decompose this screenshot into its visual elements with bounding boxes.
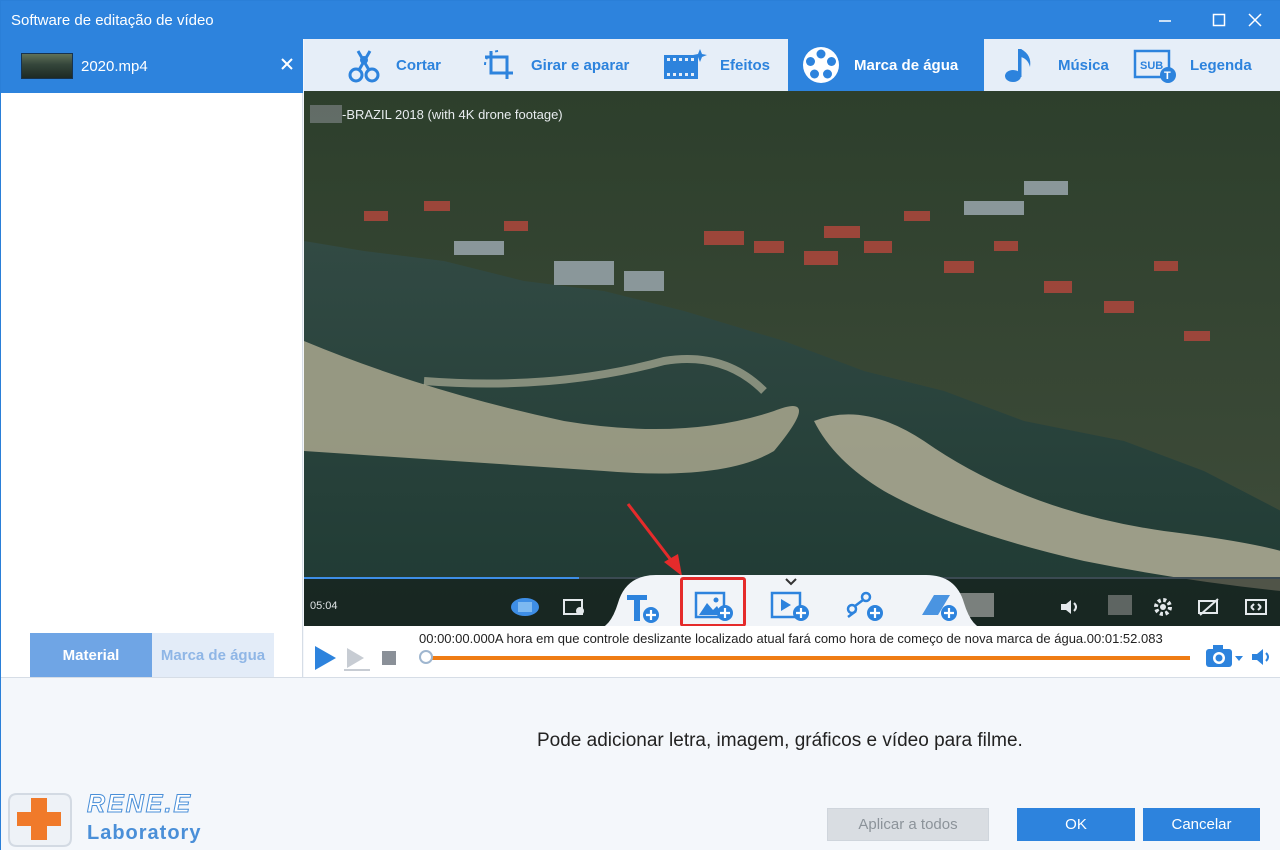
- tab-material[interactable]: Material: [30, 633, 152, 677]
- minimize-icon: [1159, 20, 1171, 22]
- video-duration: 05:04: [310, 600, 338, 612]
- close-window-button[interactable]: [1232, 1, 1278, 39]
- file-item[interactable]: 2020.mp4: [1, 39, 303, 93]
- scissors-icon: [348, 50, 380, 83]
- tab-musica-label: Música: [1058, 56, 1109, 74]
- timeline-help-row: 00:00:00.000A hora em que controle desli…: [419, 631, 1163, 646]
- watermark-tools-popover: [596, 573, 986, 629]
- music-note-icon: [1005, 49, 1031, 82]
- player-controls: 00:00:00.000A hora em que controle desli…: [304, 626, 1280, 677]
- bottom-panel: Pode adicionar letra, imagem, gráficos e…: [1, 677, 1280, 850]
- timeline-slider-knob[interactable]: [419, 650, 433, 664]
- add-video-watermark-icon[interactable]: [770, 589, 812, 623]
- add-shape-watermark-icon[interactable]: [918, 589, 960, 623]
- edit-toolbar: Cortar Girar e aparar Efeitos Marca de á…: [304, 39, 1280, 91]
- add-text-watermark-icon[interactable]: [624, 591, 662, 625]
- video-overlay-title: -BRAZIL 2018 (with 4K drone footage): [342, 107, 563, 122]
- app-window: Software de editação de vídeo 2020.mp4 M…: [0, 0, 1280, 850]
- fullscreen-icon[interactable]: [1244, 598, 1268, 616]
- blurred-channel-logo: [310, 105, 342, 123]
- chevron-down-icon[interactable]: [784, 577, 798, 587]
- close-icon: [1248, 13, 1262, 27]
- camera-icon[interactable]: [1204, 642, 1244, 670]
- video-frame: [304, 91, 1280, 626]
- blurred-control-2: [1108, 595, 1132, 615]
- play-segment-icon[interactable]: [342, 644, 372, 672]
- maximize-icon: [1212, 13, 1226, 27]
- gear-icon[interactable]: [1152, 596, 1174, 618]
- crop-rotate-icon: [484, 50, 513, 79]
- tab-marca-de-agua-tool[interactable]: Marca de água: [788, 39, 984, 91]
- stop-icon[interactable]: [381, 650, 397, 666]
- video-thumbnail: [21, 53, 73, 79]
- cancel-button[interactable]: Cancelar: [1143, 808, 1260, 841]
- ok-button[interactable]: OK: [1017, 808, 1135, 841]
- play-icon[interactable]: [312, 644, 338, 672]
- logo-subtitle: Laboratory: [87, 822, 202, 844]
- speaker-icon[interactable]: [1250, 646, 1276, 668]
- add-image-watermark-icon[interactable]: [694, 589, 736, 623]
- no-subtitles-icon[interactable]: [1197, 597, 1221, 617]
- logo-brand: RENE.E: [86, 790, 193, 819]
- tab-efeitos[interactable]: Efeitos: [662, 39, 770, 91]
- timeline-help-text: A hora em que controle deslizante locali…: [494, 631, 1087, 646]
- timeline-track[interactable]: [426, 656, 1190, 660]
- subtitle-icon: SUB T: [1133, 49, 1176, 83]
- end-time: 00:01:52.083: [1086, 631, 1163, 646]
- remove-file-icon[interactable]: [277, 54, 297, 74]
- effects-film-icon: [664, 49, 707, 79]
- svg-text:SUB: SUB: [1140, 60, 1163, 72]
- tab-girar-label: Girar e aparar: [531, 56, 630, 74]
- video-preview[interactable]: -BRAZIL 2018 (with 4K drone footage) 05:…: [304, 91, 1280, 626]
- rene-logo: RENE.E Laboratory: [5, 784, 215, 848]
- tab-cortar[interactable]: Cortar: [344, 39, 441, 91]
- tab-cortar-label: Cortar: [396, 56, 442, 74]
- svg-text:T: T: [1164, 70, 1171, 82]
- file-name: 2020.mp4: [81, 58, 148, 75]
- tab-marca-de-agua[interactable]: Marca de água: [152, 633, 274, 677]
- start-time: 00:00:00.000: [419, 631, 495, 646]
- tab-girar-e-aparar[interactable]: Girar e aparar: [479, 39, 629, 91]
- window-title: Software de editação de vídeo: [11, 12, 214, 29]
- hint-text: Pode adicionar letra, imagem, gráficos e…: [537, 730, 1023, 751]
- tab-marca-label: Marca de água: [854, 56, 959, 74]
- add-graphic-watermark-icon[interactable]: [844, 589, 886, 623]
- watermark-film-reel-icon: [803, 47, 839, 83]
- title-bar: Software de editação de vídeo: [1, 1, 1280, 39]
- tab-musica[interactable]: Música: [1002, 39, 1109, 91]
- file-panel: 2020.mp4 Material Marca de água: [1, 39, 303, 677]
- tab-legenda-label: Legenda: [1190, 56, 1252, 74]
- settings-panel-icon[interactable]: [562, 597, 586, 617]
- view-3d-icon[interactable]: [509, 595, 541, 619]
- medical-cross-logo-icon: [8, 793, 72, 847]
- tab-legenda[interactable]: SUB T Legenda: [1132, 39, 1252, 91]
- tab-efeitos-label: Efeitos: [720, 56, 771, 74]
- apply-to-all-button[interactable]: Aplicar a todos: [827, 808, 989, 841]
- minimize-button[interactable]: [1142, 1, 1188, 39]
- volume-icon[interactable]: [1059, 597, 1081, 617]
